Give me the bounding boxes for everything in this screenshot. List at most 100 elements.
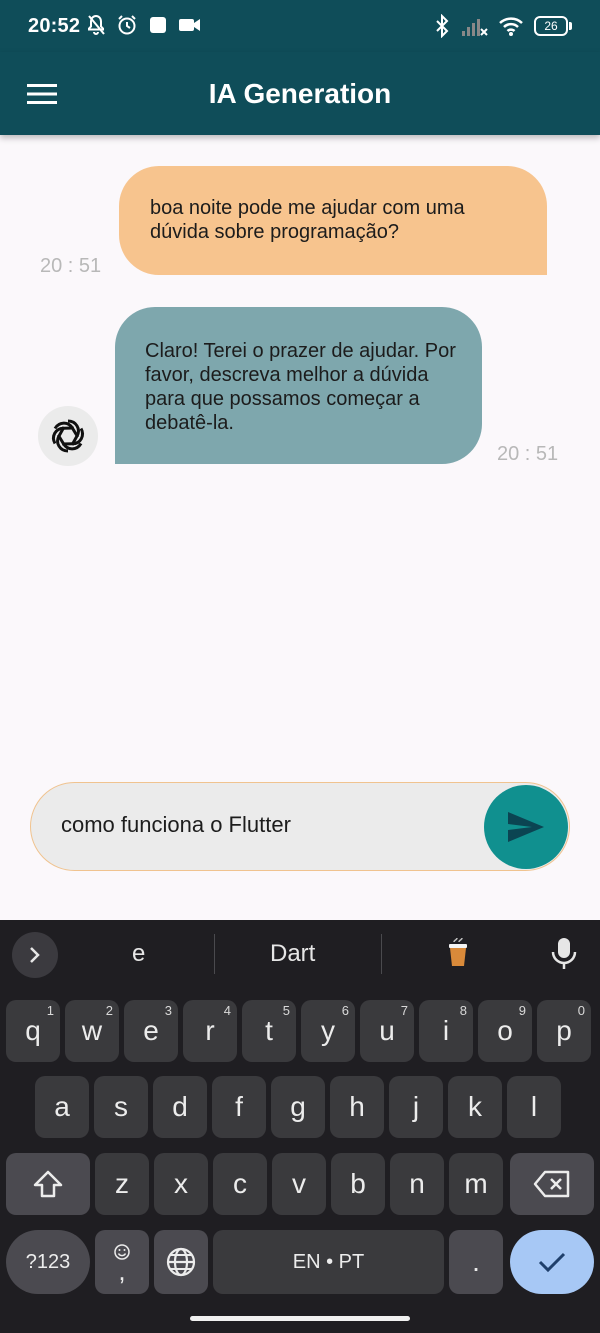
key-hint: 2 — [105, 1003, 113, 1018]
comma-label: , — [118, 1256, 126, 1286]
wifi-icon — [499, 17, 523, 36]
key-e[interactable]: e3 — [124, 1000, 178, 1062]
key-m[interactable]: m — [449, 1153, 503, 1215]
send-icon — [508, 812, 544, 842]
suggestion-divider — [214, 934, 215, 974]
message-input[interactable] — [61, 812, 481, 838]
key-label: w — [81, 1015, 103, 1046]
backspace-key[interactable] — [510, 1153, 594, 1215]
key-hint: 5 — [282, 1003, 290, 1018]
key-w[interactable]: w2 — [65, 1000, 119, 1062]
key-hint: 4 — [223, 1003, 231, 1018]
status-bar: 20:52 26 — [0, 0, 600, 52]
key-label: b — [350, 1168, 366, 1199]
microphone-button[interactable] — [548, 936, 580, 977]
battery-tip — [569, 22, 572, 30]
backspace-icon — [533, 1170, 570, 1198]
key-hint: 6 — [341, 1003, 349, 1018]
bot-avatar — [38, 406, 98, 466]
enter-key[interactable] — [510, 1230, 594, 1294]
key-label: l — [530, 1091, 538, 1122]
video-camera-icon — [179, 19, 200, 31]
key-z[interactable]: z — [95, 1153, 149, 1215]
key-l[interactable]: l — [507, 1076, 561, 1138]
key-label: n — [409, 1168, 425, 1199]
microphone-icon — [551, 938, 577, 969]
key-u[interactable]: u7 — [360, 1000, 414, 1062]
key-n[interactable]: n — [390, 1153, 444, 1215]
key-f[interactable]: f — [212, 1076, 266, 1138]
checkmark-icon — [538, 1252, 566, 1273]
key-label: p — [556, 1015, 572, 1046]
key-label: d — [172, 1091, 188, 1122]
suggestion-divider — [381, 934, 382, 974]
openai-logo-icon — [52, 419, 84, 453]
key-q[interactable]: q1 — [6, 1000, 60, 1062]
key-r[interactable]: r4 — [183, 1000, 237, 1062]
key-b[interactable]: b — [331, 1153, 385, 1215]
key-d[interactable]: d — [153, 1076, 207, 1138]
key-j[interactable]: j — [389, 1076, 443, 1138]
key-label: h — [349, 1091, 365, 1122]
message-composer — [30, 782, 570, 871]
key-h[interactable]: h — [330, 1076, 384, 1138]
user-message-time: 20 : 51 — [40, 255, 102, 277]
key-label: e — [143, 1015, 159, 1046]
key-label: m — [464, 1168, 488, 1199]
key-label: s — [114, 1091, 128, 1122]
battery-indicator: 26 — [534, 16, 572, 36]
keyboard: e Dart q1 w2 e3 r4 t5 y6 u7 i8 o9 p0 a s… — [0, 920, 600, 1333]
key-label: x — [174, 1168, 188, 1199]
emoji-comma-key[interactable]: , — [95, 1230, 149, 1294]
keyboard-expand-button[interactable] — [12, 932, 58, 978]
key-hint: 7 — [400, 1003, 408, 1018]
key-label: c — [233, 1168, 247, 1199]
suggestion-bar: e Dart — [0, 920, 600, 990]
key-t[interactable]: t5 — [242, 1000, 296, 1062]
key-g[interactable]: g — [271, 1076, 325, 1138]
key-label: j — [412, 1091, 420, 1122]
suggestion-2[interactable]: Dart — [270, 940, 315, 968]
key-label: f — [235, 1091, 243, 1122]
key-y[interactable]: y6 — [301, 1000, 355, 1062]
emoji-suggestion[interactable] — [445, 936, 471, 975]
shift-icon — [33, 1170, 63, 1198]
language-key[interactable] — [154, 1230, 208, 1294]
key-label: r — [205, 1015, 215, 1046]
key-label: u — [379, 1015, 395, 1046]
cell-signal-icon — [462, 19, 488, 36]
key-k[interactable]: k — [448, 1076, 502, 1138]
key-label: v — [292, 1168, 306, 1199]
suggestion-1[interactable]: e — [132, 940, 145, 968]
bot-message-bubble: Claro! Terei o prazer de ajudar. Por fav… — [115, 307, 482, 464]
app-title: IA Generation — [208, 78, 392, 109]
home-indicator[interactable] — [190, 1316, 410, 1321]
key-a[interactable]: a — [35, 1076, 89, 1138]
chevron-right-icon — [30, 947, 40, 963]
status-time: 20:52 — [28, 15, 81, 37]
key-label: z — [115, 1168, 129, 1199]
key-x[interactable]: x — [154, 1153, 208, 1215]
key-label: k — [468, 1091, 482, 1122]
space-key[interactable]: EN • PT — [213, 1230, 444, 1294]
globe-icon — [166, 1247, 196, 1277]
status-icons-right: 26 — [434, 14, 572, 38]
key-c[interactable]: c — [213, 1153, 267, 1215]
key-p[interactable]: p0 — [537, 1000, 591, 1062]
key-s[interactable]: s — [94, 1076, 148, 1138]
symbols-key[interactable]: ?123 — [6, 1230, 90, 1294]
key-hint: 9 — [518, 1003, 526, 1018]
send-button[interactable] — [484, 785, 568, 869]
user-message-bubble: boa noite pode me ajudar com uma dúvida … — [119, 166, 547, 275]
bot-message-time: 20 : 51 — [497, 443, 559, 465]
app-bar: IA Generation — [0, 52, 600, 135]
key-v[interactable]: v — [272, 1153, 326, 1215]
coffee-cup-emoji-icon — [449, 937, 467, 966]
period-key[interactable]: . — [449, 1230, 503, 1294]
bluetooth-icon — [436, 14, 449, 38]
battery-level: 26 — [534, 16, 568, 36]
shift-key[interactable] — [6, 1153, 90, 1215]
key-label: t — [265, 1015, 273, 1046]
key-i[interactable]: i8 — [419, 1000, 473, 1062]
key-o[interactable]: o9 — [478, 1000, 532, 1062]
